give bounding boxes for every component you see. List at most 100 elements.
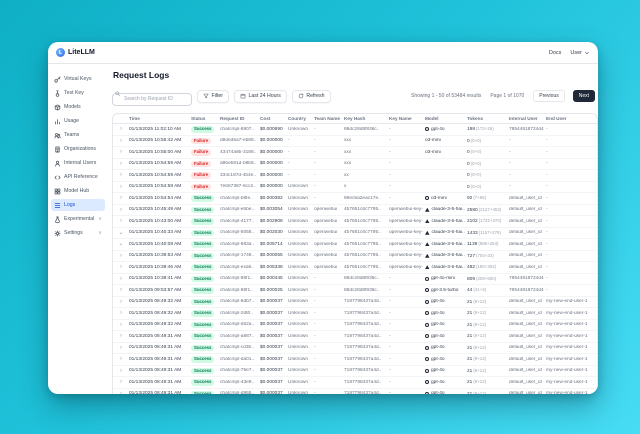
- search-input[interactable]: [112, 93, 192, 106]
- tokens-total: 21: [467, 300, 472, 305]
- cell-time: 01/13/2025 10:45:49 AM: [127, 207, 189, 212]
- table-row[interactable]: › 01/13/2025 10:54:59 AM Failure 334c187…: [113, 170, 597, 182]
- status-badge: Success: [191, 253, 214, 260]
- cell-key-name: -: [387, 184, 423, 189]
- sidebar-item-models[interactable]: Models: [51, 101, 105, 113]
- table-row[interactable]: › 01/13/2025 10:45:49 AM Success chatcmp…: [113, 205, 597, 217]
- sidebar-item-test-key[interactable]: Test Key: [51, 87, 105, 99]
- table-row[interactable]: › 01/13/2025 08:49:31 AM Success chatcmp…: [113, 343, 597, 355]
- sidebar-item-usage[interactable]: Usage: [51, 115, 105, 127]
- row-expand-chevron-icon[interactable]: ›: [113, 343, 127, 353]
- row-expand-chevron-icon[interactable]: ›: [113, 366, 127, 376]
- row-expand-chevron-icon[interactable]: ›: [113, 274, 127, 284]
- docs-link[interactable]: Docs: [549, 50, 562, 56]
- previous-page-button[interactable]: Previous: [533, 90, 564, 102]
- column-header-request-id: Request ID: [218, 116, 258, 121]
- tokens-detail: (9+12): [473, 299, 486, 304]
- user-menu[interactable]: User: [570, 50, 590, 56]
- table-row[interactable]: › 01/13/2025 09:53:57 AM Success chatcmp…: [113, 285, 597, 297]
- table-row[interactable]: › 01/13/2025 08:49:31 AM Success chatcmp…: [113, 366, 597, 378]
- cell-team-name: -: [312, 173, 342, 178]
- table-row[interactable]: › 01/13/2025 10:39:53 AM Success chatcmp…: [113, 251, 597, 263]
- funnel-icon: [203, 93, 209, 99]
- row-expand-chevron-icon[interactable]: ›: [113, 285, 127, 295]
- table-row[interactable]: › 01/13/2025 08:49:31 AM Success chatcmp…: [113, 377, 597, 389]
- sidebar-item-organizations[interactable]: Organizations: [51, 143, 105, 155]
- row-expand-chevron-icon[interactable]: ⌄: [113, 239, 127, 249]
- table-row[interactable]: › 01/13/2025 11:02:10 AM Success chatcmp…: [113, 124, 597, 136]
- cell-internal-user: default_user_id: [507, 391, 544, 394]
- table-row[interactable]: › 01/13/2025 08:49:32 AM Success chatcmp…: [113, 297, 597, 309]
- row-expand-chevron-icon[interactable]: ›: [113, 308, 127, 318]
- row-expand-chevron-icon[interactable]: ›: [113, 331, 127, 341]
- row-expand-chevron-icon[interactable]: ›: [113, 136, 127, 146]
- row-expand-chevron-icon[interactable]: ›: [113, 159, 127, 169]
- status-badge: Failure: [191, 172, 211, 179]
- row-expand-chevron-icon[interactable]: ›: [113, 377, 127, 387]
- row-expand-chevron-icon[interactable]: ›: [113, 251, 127, 261]
- sidebar-item-label: Internal Users: [64, 160, 102, 166]
- search-icon: [115, 91, 121, 97]
- time-range-button[interactable]: Last 24 Hours: [234, 90, 287, 103]
- next-page-button[interactable]: Next: [573, 90, 595, 102]
- row-expand-chevron-icon[interactable]: ›: [113, 147, 127, 157]
- cell-key-hash: 7187798437a4d..: [342, 357, 387, 362]
- table-row[interactable]: › 01/13/2025 08:49:31 AM Success chatcmp…: [113, 389, 597, 395]
- table-row[interactable]: › 01/13/2025 08:49:31 AM Success chatcmp…: [113, 331, 597, 343]
- sidebar-item-api-reference[interactable]: API Reference: [51, 171, 105, 183]
- refresh-button[interactable]: Refresh: [292, 90, 331, 103]
- sidebar-item-virtual-keys[interactable]: Virtual Keys: [51, 73, 105, 85]
- cell-country: Unknown: [286, 391, 312, 394]
- cell-country: -: [286, 150, 312, 155]
- sidebar-item-settings[interactable]: Settings∨: [51, 227, 105, 239]
- row-expand-chevron-icon[interactable]: ›: [113, 193, 127, 203]
- row-expand-chevron-icon[interactable]: ›: [113, 389, 127, 394]
- table-row[interactable]: › 01/13/2025 08:49:32 AM Success chatcmp…: [113, 308, 597, 320]
- row-expand-chevron-icon[interactable]: ›: [113, 354, 127, 364]
- row-expand-chevron-icon[interactable]: ›: [113, 320, 127, 330]
- sidebar-item-model-hub[interactable]: Model Hub: [51, 185, 105, 197]
- filter-button[interactable]: Filter: [197, 90, 229, 103]
- row-expand-chevron-icon[interactable]: ›: [113, 205, 127, 215]
- table-row[interactable]: › 01/13/2025 10:39:46 AM Success chatcmp…: [113, 262, 597, 274]
- sidebar-item-experimental[interactable]: Experimental∨: [51, 213, 105, 225]
- cell-country: Unknown: [286, 322, 312, 327]
- row-expand-chevron-icon[interactable]: ⌄: [113, 228, 127, 238]
- table-row[interactable]: › 01/13/2025 10:54:54 AM Success chatcmp…: [113, 193, 597, 205]
- sidebar-item-internal-users[interactable]: Internal Users: [51, 157, 105, 169]
- table-row[interactable]: › 01/13/2025 10:38:41 AM Success chatcmp…: [113, 274, 597, 286]
- cell-time: 01/13/2025 08:49:31 AM: [127, 380, 189, 385]
- table-row[interactable]: ⌄ 01/13/2025 10:40:08 AM Success chatcmp…: [113, 239, 597, 251]
- cell-country: -: [286, 173, 312, 178]
- row-expand-chevron-icon[interactable]: ›: [113, 297, 127, 307]
- cell-request-id: a9beb81d-b8b8..: [218, 161, 258, 166]
- cell-key-hash: 88dc28d8f836c..: [342, 288, 387, 293]
- cell-status: Success: [189, 391, 218, 395]
- table-row[interactable]: ⌄ 01/13/2025 10:40:33 AM Success chatcmp…: [113, 228, 597, 240]
- table-row[interactable]: › 01/13/2025 08:49:31 AM Success chatcmp…: [113, 354, 597, 366]
- sidebar-item-teams[interactable]: Teams: [51, 129, 105, 141]
- time-range-label: Last 24 Hours: [249, 93, 281, 99]
- openai-icon: [425, 196, 429, 200]
- cell-key-name: -: [387, 380, 423, 385]
- row-expand-chevron-icon[interactable]: ›: [113, 182, 127, 192]
- row-expand-chevron-icon[interactable]: ›: [113, 170, 127, 180]
- cell-model: claude-3-5-hai..: [423, 242, 465, 247]
- cell-team-name: openwebui: [312, 265, 342, 270]
- sidebar-item-logs[interactable]: Logs: [51, 199, 105, 211]
- row-expand-chevron-icon[interactable]: ›: [113, 124, 127, 134]
- table-row[interactable]: › 01/13/2025 10:55:00 AM Failure 43474a9…: [113, 147, 597, 159]
- results-count: Showing 1 - 50 of 53484 results: [411, 93, 481, 99]
- row-expand-chevron-icon[interactable]: ›: [113, 216, 127, 226]
- status-badge: Success: [191, 310, 214, 317]
- table-row[interactable]: › 01/13/2025 10:54:58 AM Failure 7eb6738…: [113, 182, 597, 194]
- table-row[interactable]: › 01/13/2025 10:54:59 AM Failure a9beb81…: [113, 159, 597, 171]
- row-expand-chevron-icon[interactable]: ›: [113, 262, 127, 272]
- cell-team-name: openwebui: [312, 219, 342, 224]
- table-row[interactable]: › 01/13/2025 08:49:32 AM Success chatcmp…: [113, 320, 597, 332]
- table-row[interactable]: › 01/13/2025 10:55:42 AM Failure d8ded5a…: [113, 136, 597, 148]
- cell-tokens: 2102(1732+370): [465, 218, 507, 224]
- cell-internal-user: default_user_id: [507, 334, 544, 339]
- table-row[interactable]: › 01/13/2025 10:43:00 AM Success chatcmp…: [113, 216, 597, 228]
- cell-cost: $0.000382: [258, 196, 286, 201]
